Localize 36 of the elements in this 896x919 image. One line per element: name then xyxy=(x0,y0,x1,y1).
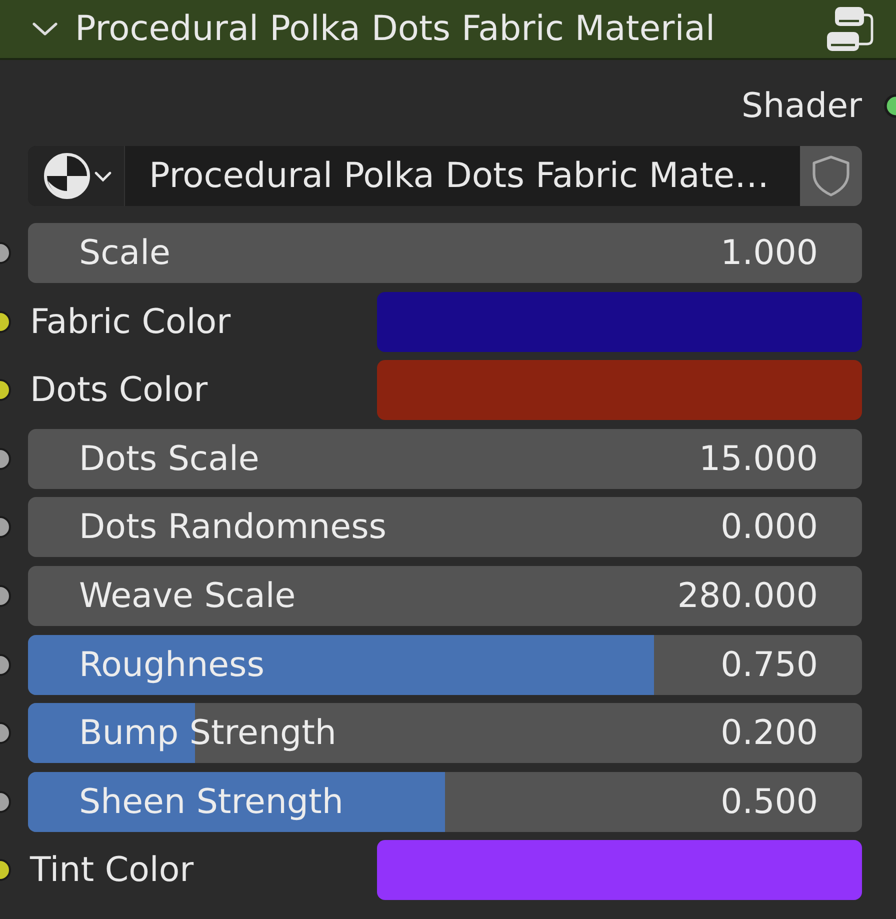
field-value: 0.200 xyxy=(720,713,818,754)
output-label: Shader xyxy=(742,86,862,126)
slider-fill[interactable] xyxy=(28,772,445,832)
field-value: 0.750 xyxy=(720,644,818,685)
field-value: 0.500 xyxy=(720,782,818,822)
caret-icon xyxy=(94,170,112,182)
color-swatch[interactable] xyxy=(377,292,862,352)
number-field[interactable]: Dots Scale 15.000 xyxy=(28,428,862,489)
shield-button[interactable] xyxy=(800,146,862,206)
color-swatch[interactable] xyxy=(377,840,862,900)
slider-track[interactable]: Roughness 0.750 xyxy=(28,634,862,695)
material-browse-button[interactable] xyxy=(28,146,125,206)
field-value: 280.000 xyxy=(677,576,818,616)
slider-fill[interactable] xyxy=(28,634,654,695)
field-label: Scale xyxy=(79,233,170,273)
input-label: Dots Color xyxy=(30,370,208,410)
field-label: Roughness xyxy=(79,644,264,685)
field-label: Dots Randomness xyxy=(79,507,386,548)
field-label: Sheen Strength xyxy=(79,782,344,822)
field-label: Dots Scale xyxy=(79,438,260,479)
color-swatch[interactable] xyxy=(377,360,862,420)
field-value: 15.000 xyxy=(699,438,818,479)
field-label: Weave Scale xyxy=(79,576,296,616)
checkered-sphere-icon xyxy=(44,153,90,199)
number-field[interactable]: Weave Scale 280.000 xyxy=(28,566,862,626)
field-value: 1.000 xyxy=(720,233,818,273)
number-field[interactable]: Dots Randomness 0.000 xyxy=(28,497,862,558)
input-label: Fabric Color xyxy=(30,302,231,342)
material-name-field[interactable]: Procedural Polka Dots Fabric Mate… xyxy=(125,146,800,206)
chevron-icon[interactable] xyxy=(32,22,58,36)
node-title: Procedural Polka Dots Fabric Material xyxy=(75,9,716,49)
input-label: Tint Color xyxy=(30,850,194,890)
slider-track[interactable]: Sheen Strength 0.500 xyxy=(28,772,862,832)
field-value: 0.000 xyxy=(720,507,818,548)
number-field[interactable]: Scale 1.000 xyxy=(28,223,862,283)
linked-blocks-icon[interactable] xyxy=(826,6,874,52)
